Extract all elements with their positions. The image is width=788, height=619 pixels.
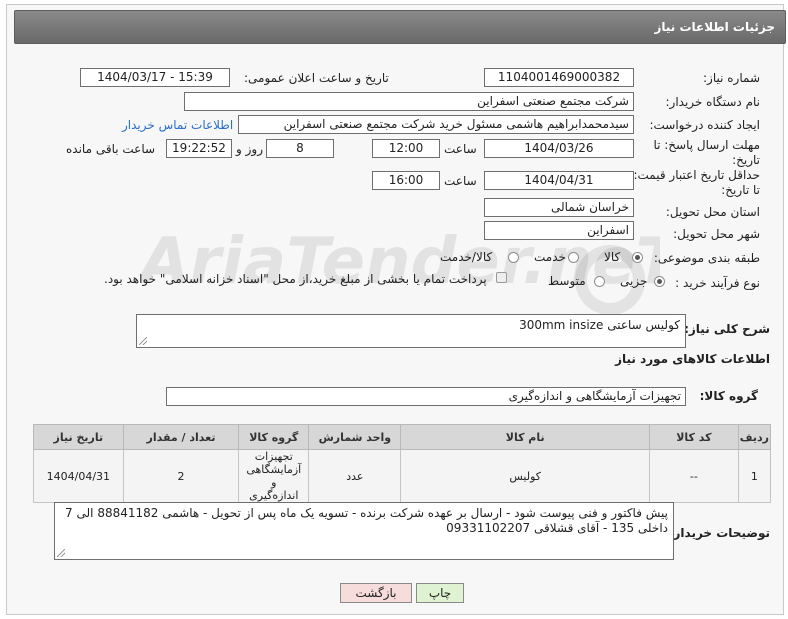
process-label: نوع فرآیند خرید :: [675, 276, 760, 290]
resize-grip-icon[interactable]: [57, 549, 65, 557]
description-label: شرح کلی نیاز:: [684, 322, 770, 336]
deadline-date-field: 1404/03/26: [484, 139, 634, 158]
goods-group-field: تجهیزات آزمایشگاهی و اندازه‌گیری: [166, 387, 686, 406]
col-header-code: کد کالا: [648, 424, 739, 450]
description-text: کولیس ساعتی 300mm insize: [519, 318, 680, 332]
requester-field: سیدمحمدابراهیم هاشمی مسئول خرید شرکت مجت…: [238, 115, 634, 134]
category-radio-goods[interactable]: [632, 252, 643, 263]
goods-info-title: اطلاعات کالاهای مورد نیاز: [615, 352, 770, 366]
col-header-unit: واحد شمارش: [308, 424, 402, 450]
deadline-time-label: ساعت: [444, 142, 477, 156]
buyer-notes-text: پیش فاکتور و فنی پیوست شود - ارسال بر عه…: [65, 506, 668, 535]
page-header: جزئیات اطلاعات نیاز: [14, 10, 786, 44]
col-header-quantity: تعداد / مقدار: [122, 424, 240, 450]
cell-row-number: 1: [737, 449, 772, 503]
announce-datetime-field: 1404/03/17 - 15:39: [80, 68, 230, 87]
category-label: طبقه بندی موضوعی:: [653, 251, 760, 265]
validity-label-2: تا تاریخ:: [721, 183, 760, 197]
process-radio-minor[interactable]: [654, 276, 665, 287]
category-radio-service[interactable]: [568, 252, 579, 263]
cell-group: تجهیزات آزمایشگاهی و اندازه‌گیری: [238, 449, 310, 503]
deadline-label: مهلت ارسال پاسخ: تا: [653, 138, 760, 152]
table-row: 1 -- کولیس عدد تجهیزات آزمایشگاهی و اندا…: [33, 449, 772, 503]
category-option-both: کالا/خدمت: [440, 250, 493, 264]
city-label: شهر محل تحویل:: [673, 227, 760, 241]
resize-grip-icon[interactable]: [139, 337, 147, 345]
requester-label: ایجاد کننده درخواست:: [649, 118, 760, 132]
col-header-row-number: ردیف: [737, 424, 772, 450]
process-option-medium: متوسط: [548, 274, 586, 288]
buyer-notes-textarea: پیش فاکتور و فنی پیوست شود - ارسال بر عه…: [54, 502, 674, 560]
province-field: خراسان شمالی: [484, 198, 634, 217]
category-radio-both[interactable]: [508, 252, 519, 263]
col-header-group: گروه کالا: [238, 424, 310, 450]
category-option-service: خدمت: [534, 250, 566, 264]
cell-name: کولیس: [400, 449, 650, 503]
back-button[interactable]: بازگشت: [340, 583, 412, 603]
process-radio-medium[interactable]: [594, 276, 605, 287]
buyer-org-field: شرکت مجتمع صنعتی اسفراین: [184, 92, 634, 111]
days-label: روز و: [236, 142, 263, 156]
deadline-time-field: 12:00: [372, 139, 440, 158]
description-textarea: کولیس ساعتی 300mm insize: [136, 314, 686, 348]
col-header-name: نام کالا: [400, 424, 650, 450]
province-label: استان محل تحویل:: [665, 205, 760, 219]
validity-time-field: 16:00: [372, 171, 440, 190]
goods-group-label: گروه کالا:: [699, 389, 758, 403]
need-number-label: شماره نیاز:: [703, 71, 760, 85]
cell-quantity: 2: [122, 449, 240, 503]
cell-code: --: [648, 449, 739, 503]
validity-time-label: ساعت: [444, 174, 477, 188]
goods-table: ردیف کد کالا نام کالا واحد شمارش گروه کا…: [33, 424, 772, 503]
validity-label: حداقل تاریخ اعتبار قیمت:: [633, 168, 760, 182]
treasury-payment-note: پرداخت تمام یا بخشی از مبلغ خرید،از محل …: [104, 272, 487, 286]
treasury-payment-checkbox[interactable]: [496, 272, 507, 283]
buyer-org-label: نام دستگاه خریدار:: [665, 95, 761, 109]
buyer-notes-label: توضیحات خریدار:: [668, 526, 770, 540]
buyer-contact-link[interactable]: اطلاعات تماس خریدار: [122, 118, 233, 132]
deadline-label-2: تاریخ:: [732, 153, 760, 167]
announce-label: تاریخ و ساعت اعلان عمومی:: [244, 71, 389, 85]
table-header-row: ردیف کد کالا نام کالا واحد شمارش گروه کا…: [33, 424, 772, 450]
remaining-days-field: 8: [266, 139, 334, 158]
print-button[interactable]: چاپ: [416, 583, 464, 603]
col-header-need-date: تاریخ نیاز: [33, 424, 124, 450]
cell-need-date: 1404/04/31: [33, 449, 124, 503]
remaining-time-label: ساعت باقی مانده: [66, 142, 156, 156]
need-number-field: 1104001469000382: [484, 68, 634, 87]
category-option-goods: کالا: [604, 250, 621, 264]
city-field: اسفراین: [484, 221, 634, 240]
process-option-minor: جزیی: [620, 274, 648, 288]
cell-unit: عدد: [308, 449, 402, 503]
validity-date-field: 1404/04/31: [484, 171, 634, 190]
remaining-time-field: 19:22:52: [166, 139, 232, 158]
